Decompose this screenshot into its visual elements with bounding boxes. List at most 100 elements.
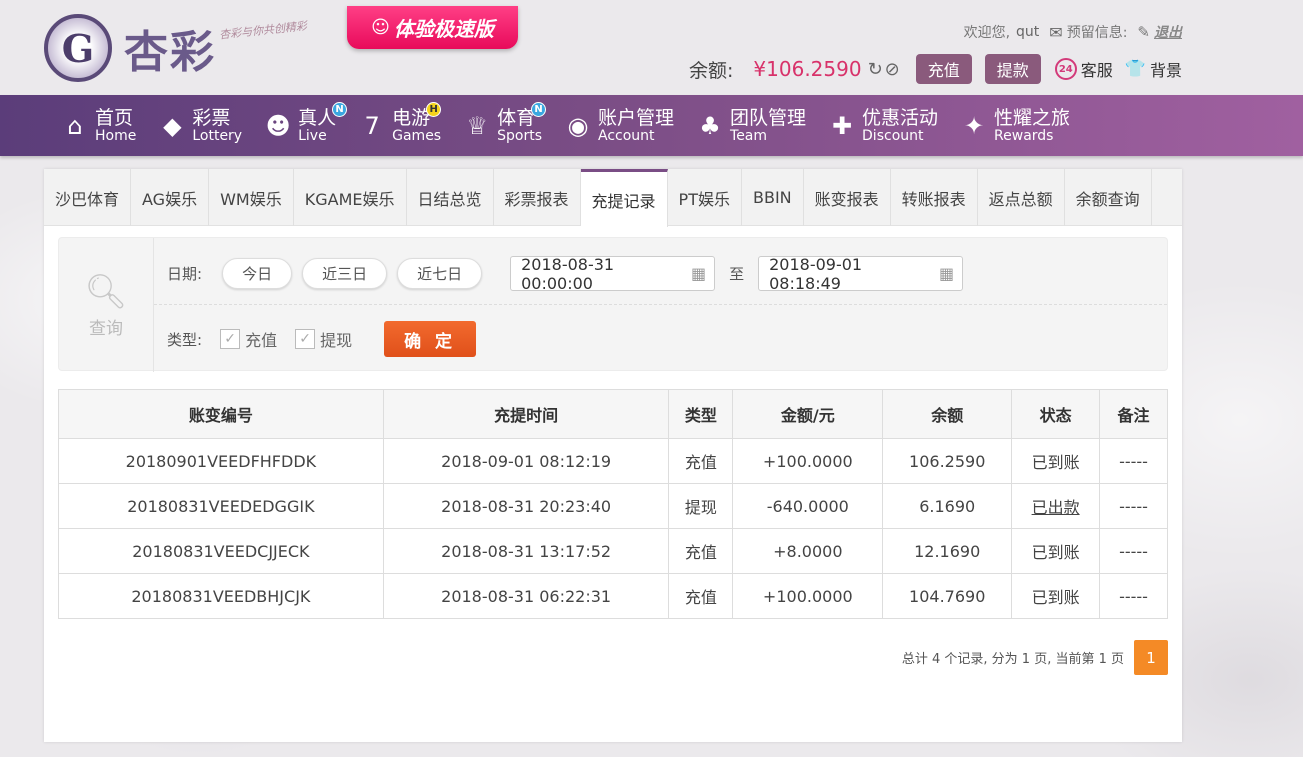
cell-balance: 104.7690 (882, 573, 1013, 619)
deposit-button[interactable]: 充值 (915, 54, 972, 84)
date-filter-row: 日期: 今日 近三日 近七日 2018-08-31 00:00:00 ▦ 至 2… (167, 255, 964, 293)
report-tabs: 沙巴体育 AG娱乐 WM娱乐 KGAME娱乐 日结总览 彩票报表 充提记录 PT娱乐 BBIN 账… (44, 169, 1182, 227)
cell-time: 2018-08-31 20:23:40 (382, 483, 670, 529)
gift-icon: ✚ (831, 111, 853, 140)
last-3-days-button[interactable]: 近三日 (302, 258, 388, 289)
background-link[interactable]: 👕 背景 (1125, 57, 1182, 81)
rewards-icon: ✦ (963, 111, 985, 140)
end-date-input[interactable]: 2018-09-01 08:18:49 ▦ (758, 255, 964, 293)
deposit-checkbox[interactable]: ✓ 充值 (220, 327, 277, 351)
cell-id: 20180831VEEDEDGGIK (58, 483, 384, 529)
balance-label: 余额: (689, 59, 734, 82)
report-tab[interactable]: PT娱乐 (668, 169, 742, 226)
username: qut (1016, 24, 1040, 40)
withdraw-button[interactable]: 提款 (984, 54, 1041, 84)
nav-item-label: 彩票 (192, 106, 231, 129)
calendar-icon[interactable]: ▦ (691, 264, 706, 283)
edit-icon[interactable]: ✎ (1137, 23, 1150, 41)
report-tab[interactable]: 充提记录 (580, 169, 668, 227)
refresh-icon[interactable]: ↻ (868, 59, 883, 80)
fast-version-button[interactable]: ☺ 体验极速版 (347, 6, 518, 49)
report-tab[interactable]: 账变报表 (804, 169, 891, 226)
mail-icon[interactable]: ✉ (1049, 23, 1062, 42)
cell-time: 2018-08-31 13:17:52 (382, 528, 670, 574)
customer-service-link[interactable]: 24 客服 (1054, 57, 1113, 81)
fast-version-icon: ☺ (371, 17, 390, 38)
withdraw-checkbox[interactable]: ✓ 提现 (295, 327, 352, 351)
nav-item-text: 优惠活动 Discount (862, 108, 938, 144)
pagination-summary: 总计 4 个记录, 分为 1 页, 当前第 1 页 (901, 652, 1124, 667)
nav-item-rewards[interactable]: ✦ 性耀之旅 Rewards (960, 108, 1070, 143)
type-label: 类型: (167, 330, 203, 349)
nav-item-account[interactable]: ◉ 账户管理 Account (564, 108, 675, 143)
nav-item-lottery[interactable]: ◆ 彩票 Lottery (158, 106, 243, 144)
cell-amount: +8.0000 (732, 528, 884, 574)
nav-item-label: 首页 (95, 106, 134, 129)
report-tab[interactable]: 余额查询 (1065, 169, 1152, 226)
date-to-label: 至 (729, 265, 745, 283)
report-tab[interactable]: BBIN (742, 169, 804, 226)
cell-type: 充值 (668, 528, 734, 574)
cell-amount: +100.0000 (732, 573, 884, 619)
logo-emblem-icon: G (44, 14, 112, 82)
nav-item-home[interactable]: ⌂ 首页 Home (61, 106, 136, 143)
nav-item-sublabel: Live (298, 127, 327, 144)
nav-item-sublabel: Lottery (192, 127, 243, 144)
site-logo[interactable]: G 杏彩 杏彩与你共创精彩 (44, 14, 307, 82)
header: G 杏彩 杏彩与你共创精彩 ☺ 体验极速版 欢迎您, qut ✉ 预留信息: ✎… (0, 0, 1303, 95)
team-icon: ♣ (699, 111, 721, 140)
hide-balance-icon[interactable]: ⊘ (885, 59, 900, 80)
deposit-checkbox-label: 充值 (245, 331, 278, 350)
search-icon: 🔍︎ (84, 271, 128, 312)
nav-item-live[interactable]: ☻ 真人 Live N (264, 101, 348, 144)
nav-item-text: 彩票 Lottery (192, 106, 243, 144)
filter-panel: 🔍︎ 查询 日期: 今日 近三日 近七日 2018-08-31 00:00:00… (58, 237, 1168, 372)
records-table: 账变编号 充提时间 类型 金额/元 余额 状态 备注 20180901VEEDFHFDDK 2… (58, 389, 1168, 619)
main-nav: ⌂ 首页 Home ◆ 彩票 Lottery ☻ 真人 Live N 7 电游 Games H ♕ 体育 Spo… (0, 95, 1303, 156)
column-header: 余额 (882, 389, 1013, 439)
welcome-text: 欢迎您, (963, 25, 1011, 41)
nav-badge: N (332, 101, 348, 117)
report-tab[interactable]: 沙巴体育 (44, 169, 132, 226)
report-tab[interactable]: KGAME娱乐 (294, 169, 407, 226)
column-header: 状态 (1011, 389, 1101, 439)
date-label: 日期: (167, 265, 203, 283)
table-row: 20180901VEEDFHFDDK 2018-09-01 08:12:19 充值 +… (58, 438, 1168, 484)
nav-item-discount[interactable]: ✚ 优惠活动 Discount (828, 108, 938, 144)
nav-badge: H (426, 101, 442, 117)
nav-item-sublabel: Discount (862, 127, 924, 144)
cell-note: ----- (1099, 573, 1168, 619)
table-row: 20180831VEEDCJJECK 2018-08-31 13:17:52 充值 +… (58, 528, 1168, 574)
cell-note: ----- (1099, 528, 1168, 574)
last-7-days-button[interactable]: 近七日 (397, 258, 483, 289)
report-tab[interactable]: 返点总额 (978, 169, 1065, 226)
page-1-button[interactable]: 1 (1134, 640, 1168, 675)
cell-id: 20180831VEEDCJJECK (58, 528, 384, 574)
nav-item-sports[interactable]: ♕ 体育 Sports N (463, 101, 547, 143)
logo-slogan: 杏彩与你共创精彩 (218, 19, 308, 42)
nav-item-games[interactable]: 7 电游 Games H (358, 101, 442, 143)
balance-amount: ¥106.2590 (753, 57, 862, 81)
start-date-input[interactable]: 2018-08-31 00:00:00 ▦ (510, 255, 716, 293)
content-panel: 沙巴体育 AG娱乐 WM娱乐 KGAME娱乐 日结总览 彩票报表 充提记录 PT娱乐 BBIN 账… (44, 169, 1182, 742)
report-tab[interactable]: 转账报表 (891, 169, 978, 226)
cell-id: 20180901VEEDFHFDDK (58, 438, 384, 484)
cell-amount: +100.0000 (732, 438, 884, 484)
report-tab[interactable]: 彩票报表 (494, 169, 581, 226)
report-tab[interactable]: WM娱乐 (209, 169, 294, 226)
calendar-icon[interactable]: ▦ (939, 264, 954, 283)
nav-item-team[interactable]: ♣ 团队管理 Team (696, 108, 806, 143)
live-icon: ☻ (265, 111, 291, 140)
cell-status[interactable]: 已出款 (1011, 483, 1101, 529)
today-button[interactable]: 今日 (222, 258, 293, 289)
nav-badge: N (531, 101, 547, 117)
report-tab[interactable]: AG娱乐 (131, 169, 210, 226)
confirm-button[interactable]: 确 定 (384, 321, 477, 357)
logout-link[interactable]: 退出 (1154, 22, 1182, 42)
fast-version-label: 体验极速版 (393, 17, 494, 41)
games-icon: 7 (364, 111, 380, 140)
column-header: 充提时间 (382, 389, 670, 439)
cell-id: 20180831VEEDBHJCJK (58, 573, 384, 619)
report-tab[interactable]: 日结总览 (407, 169, 494, 226)
shirt-icon: 👕 (1124, 59, 1146, 79)
